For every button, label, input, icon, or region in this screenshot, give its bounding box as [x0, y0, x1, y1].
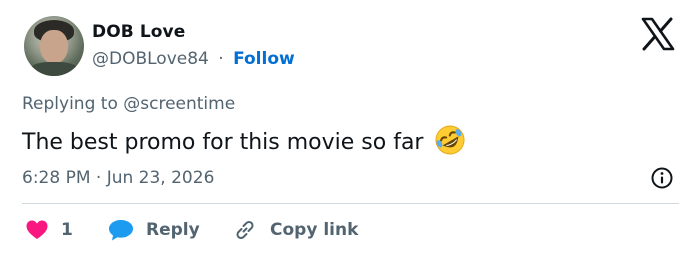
- tweet-timestamp[interactable]: 6:28 PM · Jun 23, 2026: [22, 168, 214, 188]
- x-logo-icon[interactable]: [640, 17, 676, 51]
- author-handle[interactable]: @DOBLove84: [92, 49, 209, 69]
- copy-link-label: Copy link: [270, 220, 359, 240]
- heart-icon: [26, 220, 48, 239]
- like-count: 1: [61, 220, 73, 240]
- copy-link-button[interactable]: Copy link: [232, 216, 358, 244]
- author-handle-row: @DOBLove84 · Follow: [92, 49, 295, 69]
- tweet-text: The best promo for this movie so far: [22, 124, 466, 156]
- info-icon[interactable]: [650, 166, 674, 190]
- avatar[interactable]: [24, 16, 84, 76]
- action-bar: 1 Reply Copy link: [22, 216, 682, 244]
- like-button[interactable]: 1: [26, 216, 73, 244]
- reply-button[interactable]: Reply: [108, 216, 200, 244]
- follow-button[interactable]: Follow: [233, 49, 295, 69]
- speech-bubble-icon: [109, 220, 133, 241]
- link-icon: [236, 220, 254, 240]
- replying-to[interactable]: Replying to @screentime: [22, 94, 235, 114]
- reply-label: Reply: [146, 220, 200, 240]
- divider: [22, 203, 679, 204]
- handle-separator: ·: [218, 49, 224, 69]
- tweet-body: The best promo for this movie so far: [22, 130, 424, 155]
- author-name[interactable]: DOB Love: [92, 22, 185, 42]
- rolling-on-floor-laughing-emoji-icon: [435, 125, 465, 155]
- tweet-card: DOB Love @DOBLove84 · Follow Replying to…: [0, 0, 700, 256]
